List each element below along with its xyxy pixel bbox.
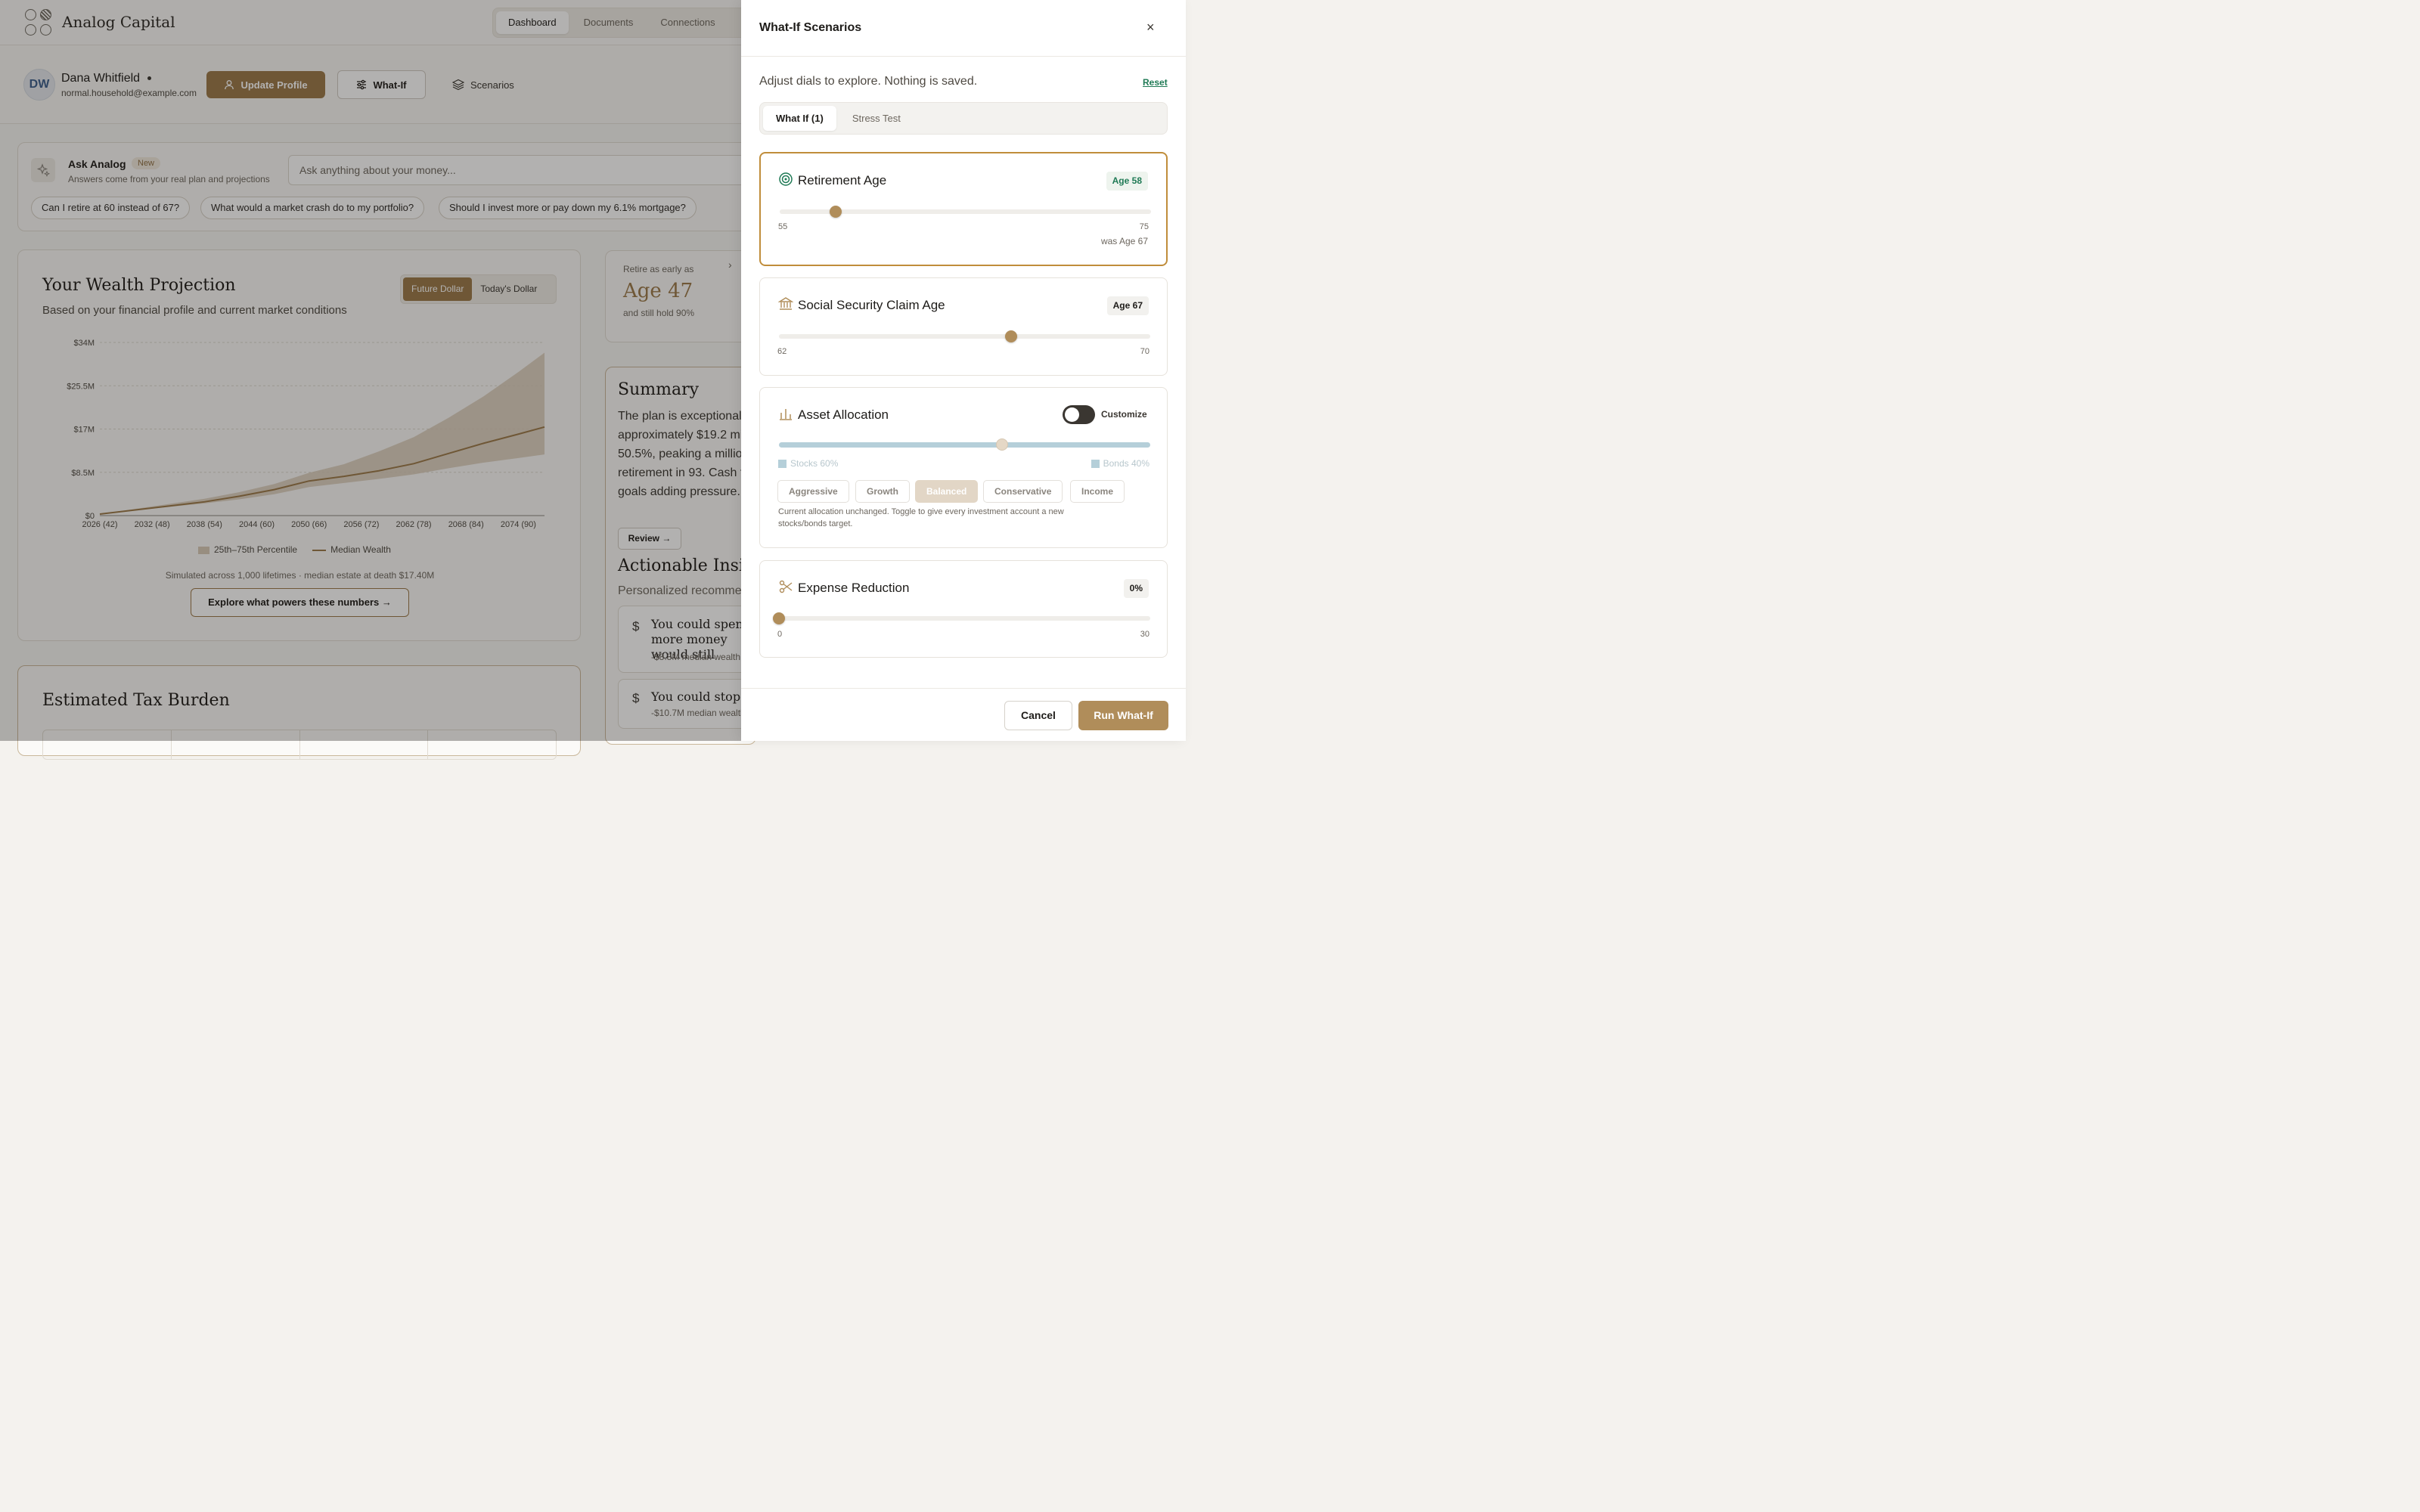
social-security-slider[interactable] xyxy=(779,330,1150,342)
close-icon[interactable]: × xyxy=(1146,20,1155,36)
dial-title: Asset Allocation xyxy=(798,407,889,422)
run-what-if-button[interactable]: Run What-If xyxy=(1078,701,1168,730)
range-max: 30 xyxy=(1140,630,1150,639)
panel-header: What-If Scenarios × xyxy=(741,0,1186,57)
allocation-slider[interactable] xyxy=(779,438,1150,451)
slider-thumb[interactable] xyxy=(829,206,842,218)
preset-conservative[interactable]: Conservative xyxy=(983,480,1063,503)
dial-title: Retirement Age xyxy=(798,173,887,187)
range-min: 55 xyxy=(778,222,788,231)
stocks-label: Stocks 60% xyxy=(778,458,838,469)
range-max: 70 xyxy=(1140,347,1150,356)
range-min: 62 xyxy=(777,347,787,356)
preset-growth[interactable]: Growth xyxy=(855,480,910,503)
social-security-dial: Social Security Claim Age Age 67 62 70 xyxy=(759,277,1168,376)
retirement-age-dial: Retirement Age Age 58 55 75 was Age 67 xyxy=(759,152,1168,266)
expense-reduction-dial: Expense Reduction 0% 0 30 xyxy=(759,560,1168,658)
scissors-icon xyxy=(779,580,793,593)
expense-badge: 0% xyxy=(1123,579,1149,598)
allocation-note: Current allocation unchanged. Toggle to … xyxy=(778,507,1064,528)
range-max: 75 xyxy=(1139,222,1149,231)
reset-link[interactable]: Reset xyxy=(1143,77,1168,88)
slider-thumb[interactable] xyxy=(995,438,1008,451)
bank-icon xyxy=(778,297,793,310)
preset-balanced[interactable]: Balanced xyxy=(915,480,979,503)
retirement-age-slider[interactable] xyxy=(780,206,1151,218)
slider-thumb[interactable] xyxy=(773,612,785,624)
what-if-panel: What-If Scenarios × Adjust dials to expl… xyxy=(741,0,1186,741)
panel-title: What-If Scenarios xyxy=(759,21,862,34)
social-security-badge: Age 67 xyxy=(1106,296,1149,315)
expense-slider[interactable] xyxy=(773,612,1150,624)
panel-intro: Adjust dials to explore. Nothing is save… xyxy=(759,75,978,88)
preset-income[interactable]: Income xyxy=(1070,480,1125,503)
tab-what-if[interactable]: What If (1) xyxy=(763,106,836,131)
dial-title: Social Security Claim Age xyxy=(798,298,945,312)
cancel-button[interactable]: Cancel xyxy=(1004,701,1072,730)
panel-tabs: What If (1) Stress Test xyxy=(759,102,1168,135)
dial-title: Expense Reduction xyxy=(798,581,910,595)
tab-stress-test[interactable]: Stress Test xyxy=(839,106,914,131)
customize-label: Customize xyxy=(1101,409,1147,420)
previous-value: was Age 67 xyxy=(1100,236,1148,246)
retirement-age-badge: Age 58 xyxy=(1106,172,1148,191)
customize-toggle[interactable] xyxy=(1063,405,1095,424)
bonds-label: Bonds 40% xyxy=(1091,458,1150,469)
preset-aggressive[interactable]: Aggressive xyxy=(777,480,849,503)
asset-allocation-dial: Asset Allocation Customize Stocks 60% Bo… xyxy=(759,387,1168,548)
panel-footer: Cancel Run What-If xyxy=(741,688,1186,741)
bar-chart-icon xyxy=(780,409,792,420)
slider-thumb[interactable] xyxy=(1004,330,1017,342)
range-min: 0 xyxy=(777,630,783,639)
target-icon xyxy=(779,172,793,186)
